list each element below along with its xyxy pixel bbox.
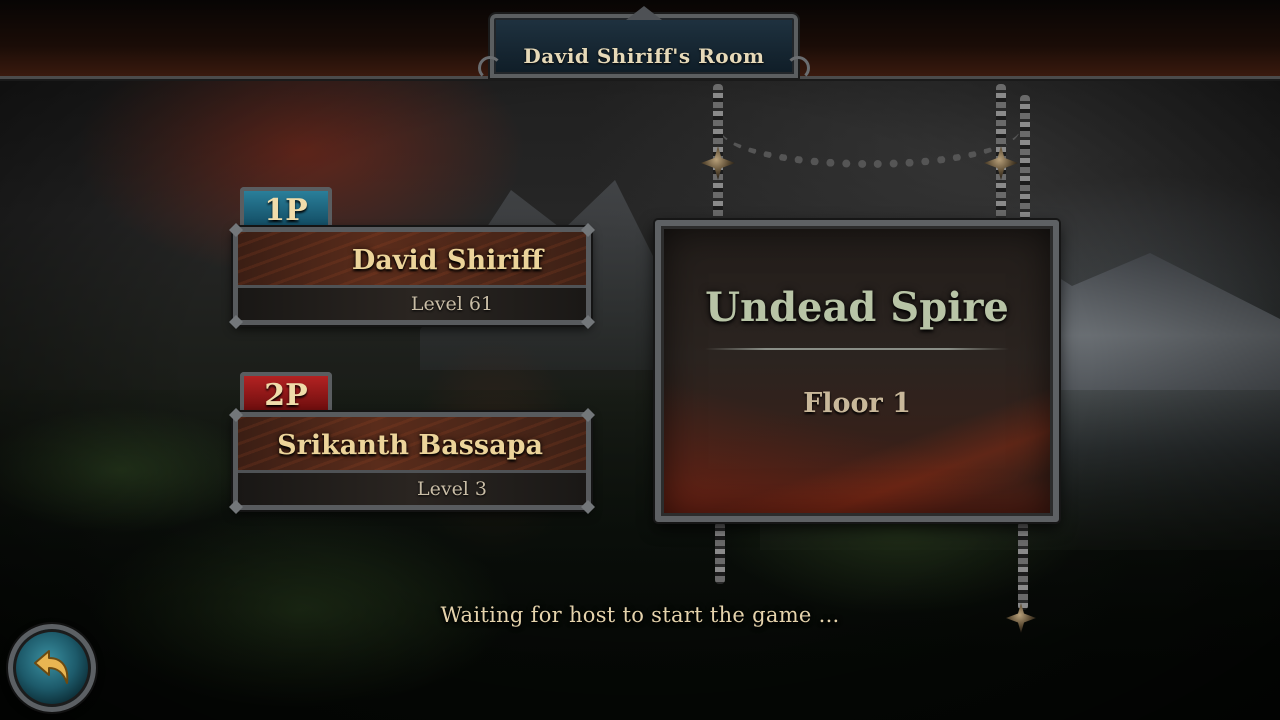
player-level: Level 61 [410, 293, 494, 315]
room-title-plate: David Shiriff's Room [478, 6, 798, 80]
chain-bottom-right [1018, 522, 1028, 610]
dungeon-floor: Floor 1 [803, 388, 911, 419]
back-button[interactable] [8, 624, 96, 712]
player-name: David Shiriff [351, 245, 543, 276]
player-card-2: Srikanth Bassapa Level 3 [229, 408, 595, 514]
chain-bottom-left [715, 522, 725, 584]
chain-right-back [1020, 95, 1030, 220]
player-name: Srikanth Bassapa [277, 430, 543, 461]
player-level: Level 3 [416, 478, 488, 500]
chain-swag [720, 90, 1020, 168]
dungeon-sign: Undead Spire Floor 1 [655, 220, 1059, 522]
player-slot-1p-tab: 1P [240, 187, 332, 228]
plate-ornament [626, 6, 662, 20]
player-slot-2p-tab: 2P [240, 372, 332, 413]
player-card-1: David Shiriff Level 61 [229, 223, 595, 329]
waiting-status: Waiting for host to start the game ... [440, 603, 840, 627]
room-title: David Shiriff's Room [523, 44, 765, 68]
back-arrow-icon [34, 650, 69, 684]
top-bar: David Shiriff's Room [0, 0, 1280, 80]
sign-divider [705, 348, 1009, 350]
dungeon-name: Undead Spire [705, 284, 1009, 331]
